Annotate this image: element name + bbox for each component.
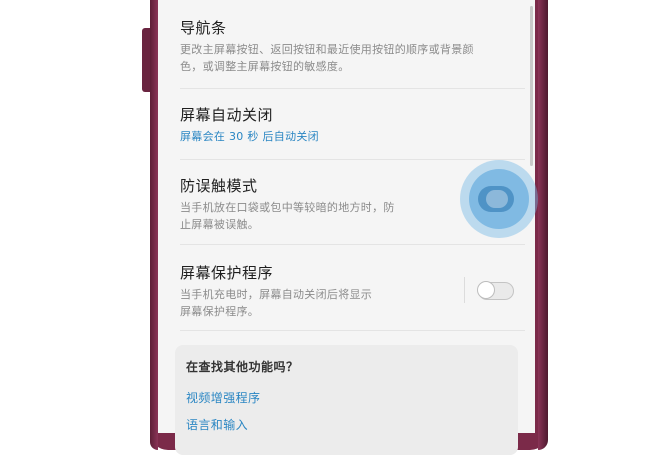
setting-accidental-touch[interactable]: 防误触模式 当手机放在口袋或包中等较暗的地方时，防 止屏幕被误触。 <box>180 176 450 233</box>
setting-description-line: 止屏幕被误触。 <box>180 218 260 231</box>
setting-title: 屏幕自动关闭 <box>180 106 274 124</box>
setting-screen-timeout[interactable]: 屏幕自动关闭 屏幕会在 30 秒 后自动关闭 <box>180 105 515 145</box>
scrollbar[interactable] <box>530 6 533 166</box>
setting-description-line: 当手机充电时，屏幕自动关闭后将显示 <box>180 288 373 301</box>
divider <box>180 330 525 331</box>
screen-saver-toggle[interactable] <box>477 281 514 300</box>
phone-frame-left-edge <box>150 0 158 450</box>
divider <box>180 159 525 160</box>
suggestion-link-language-input[interactable]: 语言和输入 <box>186 416 248 433</box>
divider <box>180 88 525 89</box>
setting-description: 更改主屏幕按钮、返回按钮和最近使用按钮的顺序或背景颜 色，或调整主屏幕按钮的敏感… <box>180 41 515 75</box>
suggestions-title: 在查找其他功能吗？ <box>186 360 299 374</box>
setting-description-line: 屏幕保护程序。 <box>180 305 260 318</box>
setting-description: 当手机充电时，屏幕自动关闭后将显示 屏幕保护程序。 <box>180 286 450 320</box>
suggestion-link-video-enhancer[interactable]: 视频增强程序 <box>186 389 260 406</box>
toggle-separator <box>464 277 465 303</box>
toggle-knob <box>477 281 495 299</box>
setting-navigation-bar[interactable]: 导航条 更改主屏幕按钮、返回按钮和最近使用按钮的顺序或背景颜 色，或调整主屏幕按… <box>180 18 515 75</box>
setting-description-line: 色，或调整主屏幕按钮的敏感度。 <box>180 60 350 73</box>
setting-screen-saver[interactable]: 屏幕保护程序 当手机充电时，屏幕自动关闭后将显示 屏幕保护程序。 <box>180 263 450 320</box>
setting-value: 屏幕会在 30 秒 后自动关闭 <box>180 130 319 143</box>
suggestions-card: 在查找其他功能吗？ 视频增强程序 语言和输入 <box>175 345 518 455</box>
setting-title: 屏幕保护程序 <box>180 264 274 282</box>
setting-description-line: 当手机放在口袋或包中等较暗的地方时，防 <box>180 201 395 214</box>
setting-title: 导航条 <box>180 19 227 37</box>
divider <box>180 244 525 245</box>
toggle-knob <box>486 190 508 208</box>
setting-title: 防误触模式 <box>180 177 258 195</box>
phone-frame-right-edge <box>538 0 548 450</box>
phone-side-button <box>142 28 150 92</box>
setting-description-line: 更改主屏幕按钮、返回按钮和最近使用按钮的顺序或背景颜 <box>180 43 474 56</box>
setting-description: 当手机放在口袋或包中等较暗的地方时，防 止屏幕被误触。 <box>180 199 450 233</box>
